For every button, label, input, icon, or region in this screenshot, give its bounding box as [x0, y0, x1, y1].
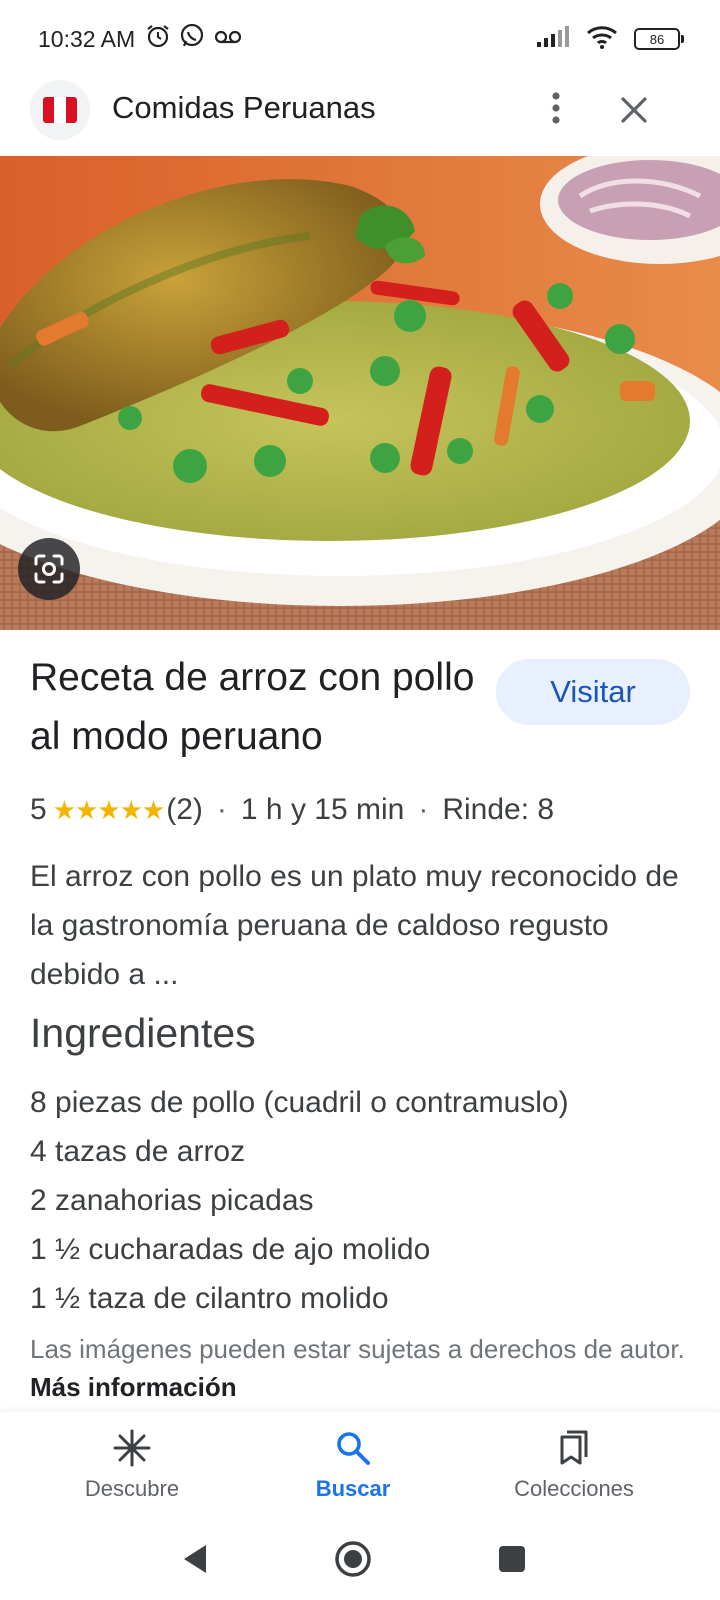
- system-nav-bar: [0, 1522, 720, 1600]
- nav-descubre[interactable]: Descubre: [32, 1426, 232, 1516]
- status-time: 10:32 AM: [38, 25, 136, 52]
- status-left: 10:32 AM: [38, 23, 243, 55]
- ingredient-item: 2 zanahorias picadas: [30, 1184, 314, 1217]
- bookmarks-icon: [552, 1426, 596, 1470]
- nav-colecciones[interactable]: Colecciones: [474, 1426, 674, 1516]
- close-icon[interactable]: [610, 86, 658, 134]
- alarm-icon: [145, 23, 171, 55]
- nav-label: Descubre: [84, 1476, 180, 1501]
- voicemail-icon: [213, 26, 243, 53]
- recipe-yield: Rinde: 8: [442, 793, 555, 826]
- asterisk-icon: [110, 1426, 154, 1470]
- copyright-text: Las imágenes pueden estar sujetas a dere…: [30, 1334, 685, 1364]
- more-info-link[interactable]: Más información: [30, 1372, 237, 1402]
- ingredients-list: 8 piezas de pollo (cuadril o contramuslo…: [30, 1078, 700, 1323]
- ingredient-item: 1 ½ cucharadas de ajo molido: [30, 1233, 431, 1266]
- recipe-image[interactable]: [0, 156, 720, 630]
- recipe-title[interactable]: Receta de arroz con pollo al modo peruan…: [30, 648, 480, 766]
- visit-button[interactable]: Visitar: [496, 659, 690, 725]
- recents-icon[interactable]: [487, 1534, 537, 1584]
- cook-time: 1 h y 15 min: [240, 793, 405, 826]
- site-title[interactable]: Comidas Peruanas: [112, 90, 376, 126]
- rating-value: 5: [30, 793, 47, 826]
- status-bar: 10:32 AM 86: [0, 0, 720, 78]
- signal-icon: [536, 25, 570, 53]
- review-count: (2): [166, 793, 203, 826]
- nav-label: Buscar: [315, 1476, 391, 1501]
- rating-stars: ★★★★★: [52, 794, 166, 825]
- status-right: 86: [536, 25, 684, 54]
- back-icon[interactable]: [170, 1534, 220, 1584]
- ingredient-item: 1 ½ taza de cilantro molido: [30, 1282, 389, 1315]
- ingredients-heading: Ingredientes: [30, 1010, 256, 1056]
- search-icon: [331, 1426, 375, 1470]
- nav-label: Colecciones: [514, 1476, 634, 1501]
- nav-buscar[interactable]: Buscar: [253, 1426, 453, 1516]
- recipe-description: El arroz con pollo es un plato muy recon…: [30, 860, 679, 991]
- copyright-notice: Las imágenes pueden estar sujetas a dere…: [30, 1330, 700, 1406]
- separator-dot: ·: [418, 793, 429, 826]
- google-lens-icon[interactable]: [18, 538, 80, 600]
- more-vert-icon[interactable]: [534, 84, 578, 132]
- header: Comidas Peruanas: [0, 78, 720, 156]
- bottom-nav: Descubre Buscar Colecciones: [0, 1412, 720, 1522]
- separator-dot: ·: [216, 793, 227, 826]
- whatsapp-icon: [179, 23, 205, 55]
- screen: 10:32 AM 86 Comidas Peruanas Receta de a…: [0, 0, 720, 1600]
- recipe-meta: 5 ★★★★★ (2) · 1 h y 15 min · Rinde: 8: [30, 793, 554, 827]
- ingredient-item: 4 tazas de arroz: [30, 1135, 246, 1168]
- peru-flag-icon[interactable]: [30, 80, 90, 140]
- wifi-icon: [586, 25, 618, 54]
- ingredient-item: 8 piezas de pollo (cuadril o contramuslo…: [30, 1086, 569, 1119]
- home-icon[interactable]: [328, 1534, 378, 1584]
- battery-icon: 86: [634, 28, 684, 50]
